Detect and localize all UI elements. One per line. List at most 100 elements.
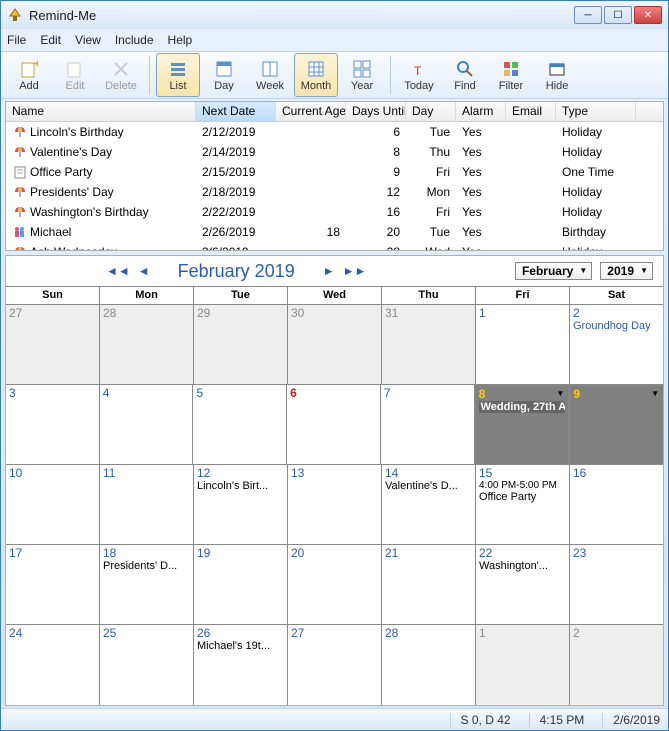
- calendar-cell[interactable]: 17: [6, 545, 100, 625]
- event-label[interactable]: Presidents' D...: [103, 560, 190, 572]
- next-month-button[interactable]: ►: [323, 264, 335, 278]
- calendar-cell[interactable]: 12Lincoln's Birt...: [194, 465, 288, 545]
- calendar-nav: ◄◄ ◄ February 2019 ► ►► February 2019: [6, 256, 663, 286]
- event-label[interactable]: Washington'...: [479, 560, 566, 572]
- hide-button[interactable]: Hide: [535, 53, 579, 97]
- calendar-cell[interactable]: 11: [100, 465, 194, 545]
- calendar-cell[interactable]: 28: [100, 305, 194, 385]
- find-button[interactable]: Find: [443, 53, 487, 97]
- titlebar[interactable]: Remind-Me ─ ☐ ✕: [1, 1, 668, 29]
- col-alarm[interactable]: Alarm: [456, 102, 506, 121]
- calendar-cell[interactable]: 31: [382, 305, 476, 385]
- row-date: 2/14/2019: [196, 143, 276, 161]
- add-button[interactable]: ✦ Add: [7, 53, 51, 97]
- maximize-button[interactable]: ☐: [604, 6, 632, 24]
- table-row[interactable]: Ash Wednesday3/6/201928WedYesHoliday: [6, 242, 663, 250]
- calendar-cell[interactable]: 16: [570, 465, 663, 545]
- col-type[interactable]: Type: [556, 102, 636, 121]
- calendar-cell[interactable]: 1: [476, 305, 570, 385]
- menu-include[interactable]: Include: [115, 33, 154, 47]
- col-days-until[interactable]: Days Until: [346, 102, 406, 121]
- calendar-cell[interactable]: 7: [381, 385, 475, 465]
- row-age: [276, 150, 346, 154]
- menu-file[interactable]: File: [7, 33, 26, 47]
- edit-button[interactable]: Edit: [53, 53, 97, 97]
- svg-text:✦: ✦: [33, 60, 38, 71]
- filter-button[interactable]: Filter: [489, 53, 533, 97]
- prev-month-button[interactable]: ◄: [138, 264, 150, 278]
- minimize-button[interactable]: ─: [574, 6, 602, 24]
- row-type: Holiday: [556, 123, 636, 141]
- event-label[interactable]: Lincoln's Birt...: [197, 480, 284, 492]
- table-row[interactable]: Michael2/26/20191820TueYesBirthday: [6, 222, 663, 242]
- day-number: 26: [197, 626, 284, 640]
- calendar-cell[interactable]: 19: [194, 545, 288, 625]
- next-year-button[interactable]: ►►: [343, 264, 367, 278]
- calendar-cell[interactable]: 20: [288, 545, 382, 625]
- week-view-button[interactable]: Week: [248, 53, 292, 97]
- year-select[interactable]: 2019: [600, 262, 653, 280]
- calendar-cell[interactable]: 29: [194, 305, 288, 385]
- table-row[interactable]: Office Party2/15/20199FriYesOne Time: [6, 162, 663, 182]
- event-label[interactable]: Valentine's D...: [385, 480, 472, 492]
- menu-help[interactable]: Help: [168, 33, 193, 47]
- list-view-button[interactable]: List: [156, 53, 200, 97]
- calendar-cell[interactable]: 6: [287, 385, 381, 465]
- calendar-cell[interactable]: 9: [569, 385, 663, 465]
- month-select[interactable]: February: [515, 262, 592, 280]
- calendar-cell[interactable]: 8Wedding, 27th Anniversary: [475, 385, 570, 465]
- calendar-title[interactable]: February 2019: [178, 261, 295, 282]
- event-link[interactable]: Groundhog Day: [573, 320, 660, 332]
- calendar-cell[interactable]: 4: [100, 385, 194, 465]
- col-current-age[interactable]: Current Age: [276, 102, 346, 121]
- col-email[interactable]: Email: [506, 102, 556, 121]
- calendar-cell[interactable]: 24: [6, 625, 100, 705]
- calendar-cell[interactable]: 23: [570, 545, 663, 625]
- calendar-cell[interactable]: 27: [288, 625, 382, 705]
- year-view-button[interactable]: Year: [340, 53, 384, 97]
- table-row[interactable]: Valentine's Day2/14/20198ThuYesHoliday: [6, 142, 663, 162]
- calendar-cell[interactable]: 18Presidents' D...: [100, 545, 194, 625]
- list-body[interactable]: Lincoln's Birthday2/12/20196TueYesHolida…: [6, 122, 663, 250]
- dow-tue: Tue: [194, 287, 288, 305]
- table-row[interactable]: Lincoln's Birthday2/12/20196TueYesHolida…: [6, 122, 663, 142]
- row-name: Michael: [30, 225, 71, 239]
- event-selected[interactable]: Wedding, 27th Anniversary: [479, 401, 566, 413]
- close-button[interactable]: ✕: [634, 6, 662, 24]
- event-label[interactable]: Michael's 19t...: [197, 640, 284, 652]
- calendar-cell[interactable]: 5: [193, 385, 287, 465]
- event-label[interactable]: Office Party: [479, 491, 566, 503]
- calendar-cell[interactable]: 14Valentine's D...: [382, 465, 476, 545]
- calendar-cell[interactable]: 21: [382, 545, 476, 625]
- calendar-cell[interactable]: 13: [288, 465, 382, 545]
- col-name[interactable]: Name: [6, 102, 196, 121]
- month-view-button[interactable]: Month: [294, 53, 338, 97]
- calendar-cell[interactable]: 2Groundhog Day: [570, 305, 663, 385]
- calendar-cell[interactable]: 3: [6, 385, 100, 465]
- table-row[interactable]: Washington's Birthday2/22/201916FriYesHo…: [6, 202, 663, 222]
- today-button[interactable]: T Today: [397, 53, 441, 97]
- calendar-cell[interactable]: 27: [6, 305, 100, 385]
- menu-view[interactable]: View: [75, 33, 101, 47]
- calendar-cell[interactable]: 10: [6, 465, 100, 545]
- calendar-cell[interactable]: 1: [476, 625, 570, 705]
- table-row[interactable]: Presidents' Day2/18/201912MonYesHoliday: [6, 182, 663, 202]
- col-day[interactable]: Day: [406, 102, 456, 121]
- calendar-cell[interactable]: 2: [570, 625, 663, 705]
- calendar-cell[interactable]: 30: [288, 305, 382, 385]
- calendar-cell[interactable]: 25: [100, 625, 194, 705]
- day-view-button[interactable]: Day: [202, 53, 246, 97]
- prev-year-button[interactable]: ◄◄: [106, 264, 130, 278]
- row-alarm: Yes: [456, 203, 506, 221]
- col-next-date[interactable]: Next Date: [196, 102, 276, 121]
- row-date: 2/12/2019: [196, 123, 276, 141]
- row-alarm: Yes: [456, 183, 506, 201]
- calendar-cell[interactable]: 26Michael's 19t...: [194, 625, 288, 705]
- calendar-cell[interactable]: 28: [382, 625, 476, 705]
- umbrella-icon: [12, 204, 28, 220]
- calendar-cell[interactable]: 22Washington'...: [476, 545, 570, 625]
- calendar-cell[interactable]: 154:00 PM-5:00 PMOffice Party: [476, 465, 570, 545]
- menu-edit[interactable]: Edit: [40, 33, 61, 47]
- delete-button[interactable]: Delete: [99, 53, 143, 97]
- event-time: 4:00 PM-5:00 PM: [479, 480, 566, 491]
